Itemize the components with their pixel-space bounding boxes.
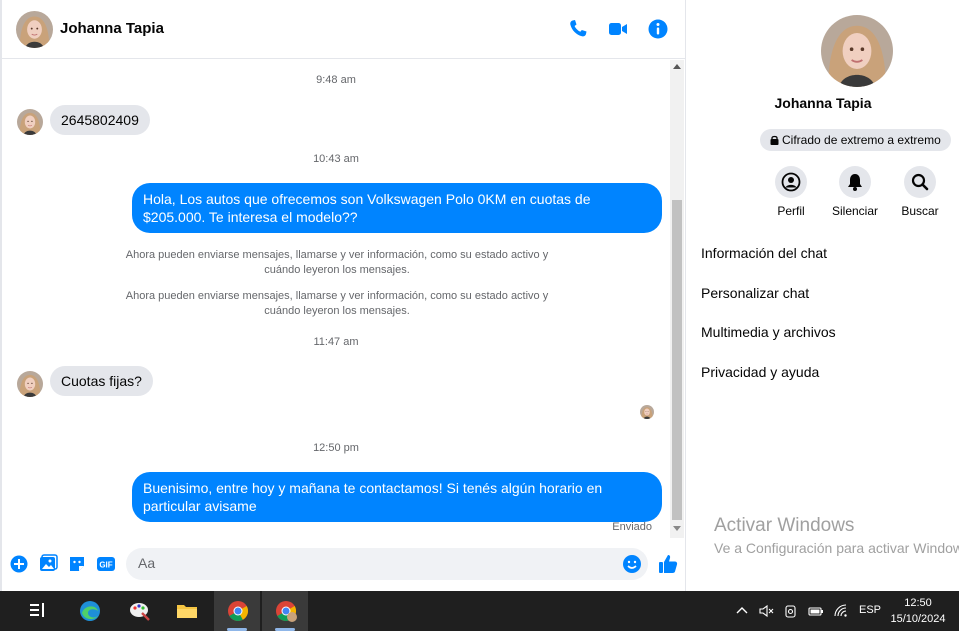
timestamp: 10:43 am <box>313 153 359 165</box>
gallery-icon[interactable] <box>38 554 58 574</box>
lock-icon <box>770 135 779 145</box>
menu-customize-chat[interactable]: Personalizar chat <box>701 285 809 301</box>
language-indicator[interactable]: ESP <box>859 604 881 616</box>
profile-name: Johanna Tapia <box>774 95 872 111</box>
file-explorer-icon[interactable] <box>163 591 209 631</box>
sender-avatar[interactable] <box>17 371 43 397</box>
battery-icon[interactable] <box>808 603 824 619</box>
profile-avatar[interactable] <box>821 15 893 87</box>
menu-chat-info[interactable]: Información del chat <box>701 245 827 261</box>
menu-media-files[interactable]: Multimedia y archivos <box>701 324 836 340</box>
speaker-muted-icon[interactable] <box>758 603 774 619</box>
chat-info-pane: Johanna Tapia Cifrado de extremo a extre… <box>687 0 959 591</box>
sent-status: Enviado <box>612 521 652 533</box>
like-icon[interactable] <box>657 553 678 573</box>
chevron-up-icon[interactable] <box>734 603 750 619</box>
chat-pane: Johanna Tapia 9:48 am 2645802409 10:43 a… <box>0 0 686 591</box>
timestamp: 12:50 pm <box>313 442 359 454</box>
system-notice: Ahora pueden enviarse mensajes, llamarse… <box>125 249 549 276</box>
wifi-icon[interactable] <box>833 603 849 619</box>
clock-time: 12:50 <box>904 597 932 609</box>
scroll-down-arrow[interactable] <box>673 526 681 531</box>
video-icon[interactable] <box>606 17 630 41</box>
activation-watermark-subtitle: Ve a Configuración para activar Windows. <box>714 540 959 556</box>
clock-date: 15/10/2024 <box>890 613 946 625</box>
chrome-icon[interactable] <box>214 591 260 631</box>
system-clock[interactable]: 12:50 15/10/2024 <box>884 595 952 627</box>
scroll-thumb[interactable] <box>672 200 682 520</box>
profile-icon[interactable] <box>775 166 807 198</box>
messenger-app: Johanna Tapia 9:48 am 2645802409 10:43 a… <box>0 0 959 591</box>
search-label: Buscar <box>901 204 939 218</box>
contact-name[interactable]: Johanna Tapia <box>60 20 164 37</box>
taskbar: ESP 12:50 15/10/2024 <box>0 591 959 631</box>
search-icon[interactable] <box>904 166 936 198</box>
phone-icon[interactable] <box>566 17 590 41</box>
contact-avatar[interactable] <box>16 11 53 48</box>
composer: GIF <box>2 540 686 590</box>
incoming-message[interactable]: 2645802409 <box>50 105 150 135</box>
sender-avatar[interactable] <box>17 109 43 135</box>
chat-header: Johanna Tapia <box>2 0 686 59</box>
message-input[interactable] <box>138 555 608 571</box>
message-scrollbar[interactable] <box>670 60 684 538</box>
outgoing-message[interactable]: Hola, Los autos que ofrecemos son Volksw… <box>132 183 662 233</box>
plus-icon[interactable] <box>9 554 29 574</box>
gif-icon[interactable]: GIF <box>96 554 116 574</box>
timestamp: 9:48 am <box>316 74 356 86</box>
activation-watermark-title: Activar Windows <box>714 515 855 536</box>
seen-receipt-avatar <box>640 405 654 419</box>
system-notice: Ahora pueden enviarse mensajes, llamarse… <box>125 290 549 317</box>
profile-action[interactable]: Perfil <box>756 166 826 218</box>
gif-label: GIF <box>99 561 112 570</box>
edge-icon[interactable] <box>66 591 112 631</box>
search-action[interactable]: Buscar <box>885 166 955 218</box>
encryption-label: Cifrado de extremo a extremo <box>782 133 941 147</box>
task-view-icon[interactable] <box>14 591 60 631</box>
incoming-message[interactable]: Cuotas fijas? <box>50 366 153 396</box>
message-list[interactable]: 9:48 am 2645802409 10:43 am Hola, Los au… <box>2 60 670 538</box>
scroll-up-arrow[interactable] <box>673 64 681 69</box>
message-input-box[interactable] <box>126 548 648 580</box>
camera-privacy-icon[interactable] <box>783 603 799 619</box>
mute-label: Silenciar <box>831 204 879 218</box>
outgoing-message[interactable]: Buenisimo, entre hoy y mañana te contact… <box>132 472 662 522</box>
timestamp: 11:47 am <box>313 336 359 348</box>
info-icon[interactable] <box>646 17 670 41</box>
menu-privacy-help[interactable]: Privacidad y ayuda <box>701 364 819 380</box>
encryption-badge[interactable]: Cifrado de extremo a extremo <box>760 129 951 151</box>
paint-icon[interactable] <box>116 591 162 631</box>
emoji-icon[interactable] <box>622 554 642 574</box>
profile-label: Perfil <box>777 204 805 218</box>
mute-action[interactable]: Silenciar <box>820 166 890 218</box>
chrome-profile-icon[interactable] <box>262 591 308 631</box>
sticker-icon[interactable] <box>67 554 87 574</box>
bell-icon[interactable] <box>839 166 871 198</box>
